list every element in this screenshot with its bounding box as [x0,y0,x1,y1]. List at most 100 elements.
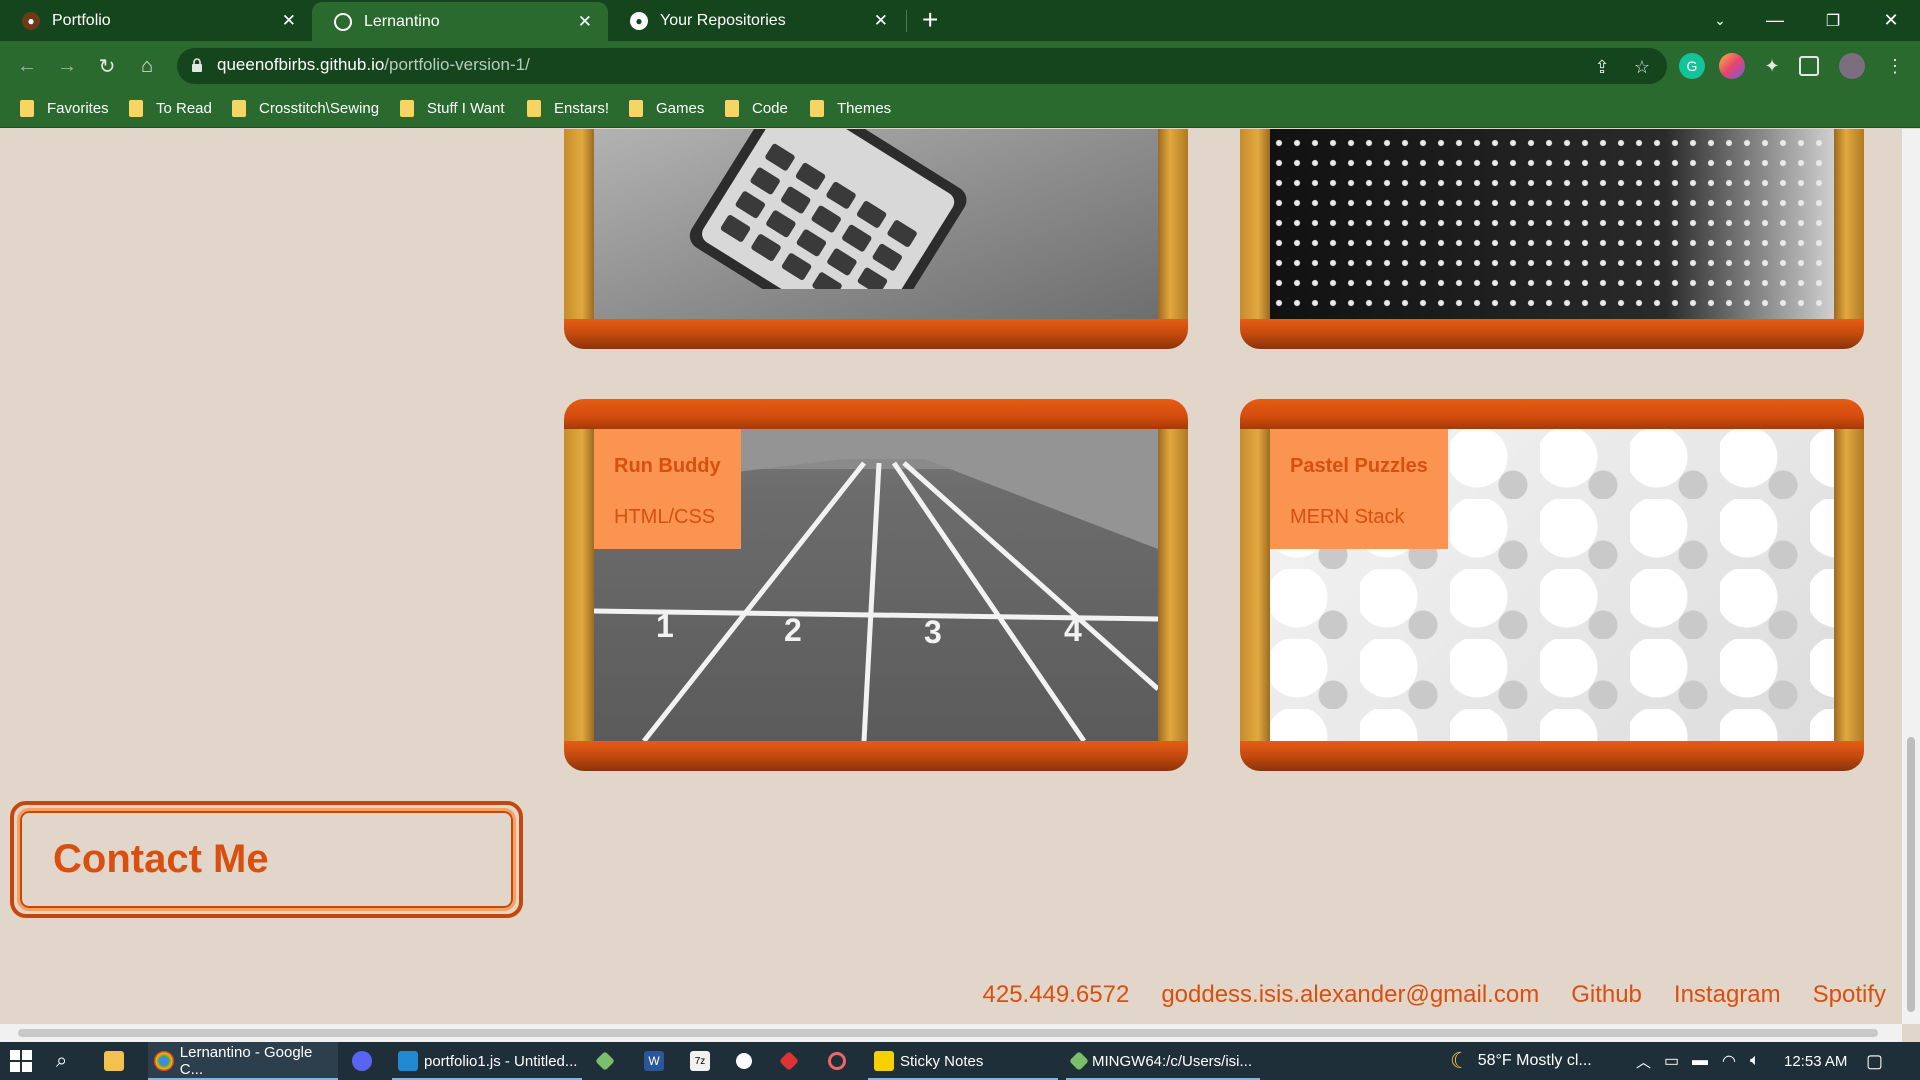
lane-number: 1 [656,608,674,644]
bookmark-code[interactable]: Code [725,96,788,120]
close-tab-icon[interactable]: ✕ [874,11,888,31]
bookmark-label: Enstars! [554,99,610,117]
tab-separator [906,10,907,32]
calculator-image [689,129,967,319]
vertical-scrollbar[interactable] [1902,129,1920,1024]
clock-time: 12:53 AM [1784,1052,1848,1070]
discord-icon[interactable] [352,1042,378,1080]
bookmark-enstars[interactable]: Enstars! [527,96,609,120]
7zip-icon[interactable]: 7z [690,1042,716,1080]
github-link[interactable]: Github [1571,981,1642,1009]
email-link[interactable]: goddess.isis.alexander@gmail.com [1161,981,1539,1009]
lock-icon[interactable] [191,58,203,72]
tab-search-chevron-icon[interactable]: ⌄ [1691,0,1749,41]
grammarly-extension-icon[interactable]: G [1679,53,1705,79]
project-card-pastel-puzzles[interactable]: Pastel Puzzles MERN Stack [1240,399,1864,771]
restore-button[interactable]: ❐ [1804,0,1862,41]
battery-icon[interactable]: ▬ [1692,1042,1708,1080]
lane-number: 3 [924,614,942,650]
menu-kebab-icon[interactable]: ⋮ [1882,53,1908,79]
close-tab-icon[interactable]: ✕ [282,11,296,31]
frame-side [1834,129,1864,319]
taskbar-chrome[interactable]: Lernantino - Google C... [148,1042,338,1080]
bookmark-stuff-i-want[interactable]: Stuff I Want [400,96,505,120]
close-tab-icon[interactable]: ✕ [578,12,592,32]
project-tech: HTML/CSS [614,506,716,528]
spotify-link[interactable]: Spotify [1813,981,1886,1009]
device-icon[interactable]: ▭ [1664,1042,1679,1080]
frame-side [1240,129,1270,319]
scrollbar-thumb[interactable] [18,1029,1878,1037]
taskbar-label: Sticky Notes [900,1052,984,1070]
reload-button[interactable]: ↻ [93,52,121,80]
bookmark-label: Favorites [47,99,109,117]
bookmark-crosstitch[interactable]: Crosstitch\Sewing [232,96,379,120]
share-icon[interactable]: ⇪ [1590,55,1614,79]
project-frame [1240,129,1864,349]
new-tab-button[interactable]: + [922,4,938,36]
back-button[interactable]: ← [13,52,41,80]
frame-side [1834,429,1864,741]
minimize-button[interactable]: — [1746,0,1804,41]
clock[interactable]: 12:53 AM [1784,1042,1847,1080]
word-icon[interactable]: W [644,1042,670,1080]
folder-icon [527,99,541,117]
side-panel-icon[interactable] [1799,56,1819,76]
git-logo-icon [595,1051,615,1071]
url-host: queenofbirbs.github.io [217,55,385,74]
bookmark-to-read[interactable]: To Read [129,96,212,120]
project-title[interactable]: Run Buddy [614,455,721,478]
frame-side [1158,429,1188,741]
folder-icon [232,99,246,117]
steam-icon[interactable] [736,1042,758,1080]
tab-your-repositories[interactable]: ● Your Repositories ✕ [608,0,904,41]
project-card-led[interactable] [1240,129,1864,349]
tab-label: Your Repositories [660,11,786,29]
tray-chevron-icon[interactable]: ︿ [1636,1042,1651,1080]
tab-lernantino[interactable]: Lernantino ✕ [312,2,608,41]
project-card-calculator[interactable] [564,129,1188,349]
extensions-puzzle-icon[interactable]: ✦ [1759,53,1785,79]
color-extension-icon[interactable] [1719,53,1745,79]
tab-portfolio[interactable]: ● Portfolio ✕ [0,0,312,41]
horizontal-scrollbar[interactable] [0,1024,1902,1042]
start-button[interactable] [10,1042,32,1080]
frame-top-bar [564,399,1188,429]
notifications-icon[interactable]: ▢ [1866,1042,1883,1080]
wifi-icon[interactable]: ◠ [1722,1042,1736,1080]
home-button[interactable]: ⌂ [133,52,161,80]
url-text[interactable]: queenofbirbs.github.io/portfolio-version… [217,55,530,75]
phone-link[interactable]: 425.449.6572 [983,981,1130,1009]
close-window-button[interactable]: ✕ [1862,0,1920,41]
taskbar-label: Lernantino - Google C... [179,1044,313,1078]
project-title[interactable]: Pastel Puzzles [1290,455,1428,478]
project-card-run-buddy[interactable]: 1 2 3 4 Run Buddy HTML/CSS [564,399,1188,771]
calculator-photo [594,129,1158,319]
taskbar-search-icon[interactable]: ⌕ [56,1042,67,1080]
bookmark-label: Themes [837,99,892,117]
github-icon: ● [630,11,648,30]
bookmark-star-icon[interactable]: ☆ [1630,55,1654,79]
app-diamond-icon[interactable] [779,1042,802,1080]
bookmark-label: To Read [156,99,212,117]
bookmark-games[interactable]: Games [629,96,704,120]
moon-icon: ☾ [1450,1048,1470,1073]
git-icon[interactable] [595,1042,618,1080]
profile-avatar[interactable] [1839,53,1865,79]
obs-icon[interactable] [828,1042,852,1080]
frame-bottom-bar [1240,319,1864,349]
bookmark-favorites[interactable]: Favorites [20,96,109,120]
taskbar-sticky-notes[interactable]: Sticky Notes [868,1042,1058,1080]
taskbar-vscode[interactable]: portfolio1.js - Untitled... [392,1042,582,1080]
instagram-link[interactable]: Instagram [1674,981,1781,1009]
forward-button[interactable]: → [53,52,81,80]
frame-side [1158,129,1188,319]
taskbar-mingw[interactable]: MINGW64:/c/Users/isi... [1066,1042,1260,1080]
steam-logo-icon [736,1053,752,1069]
volume-icon[interactable]: 🔈︎ [1750,1042,1760,1080]
file-explorer-icon[interactable] [104,1042,130,1080]
project-frame: Pastel Puzzles MERN Stack [1240,399,1864,771]
bookmark-themes[interactable]: Themes [810,96,891,120]
weather-widget[interactable]: ☾ 58°F Mostly cl... [1450,1042,1592,1080]
scrollbar-thumb[interactable] [1907,737,1915,1012]
